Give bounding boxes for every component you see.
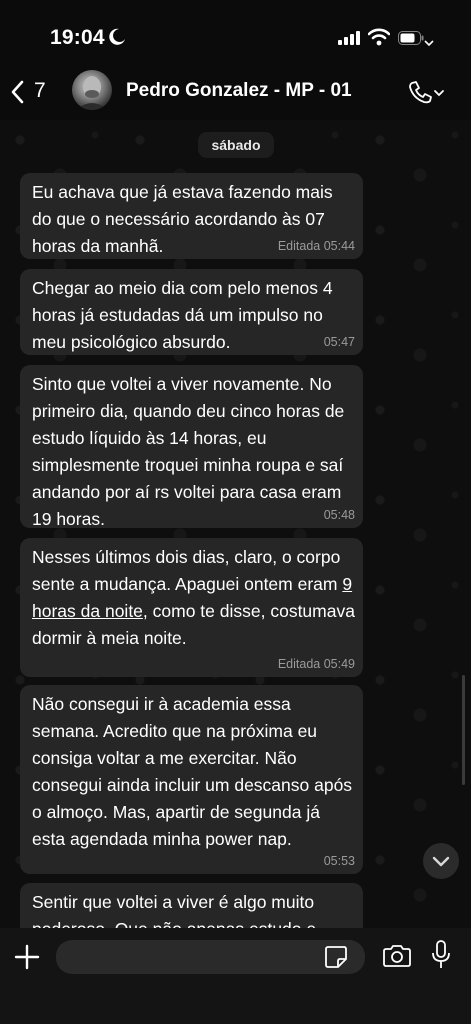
date-label: sábado xyxy=(198,132,274,158)
message-time: Editada 05:44 xyxy=(277,239,355,253)
message-bubble[interactable]: Não consegui ir à academia essa semana. … xyxy=(20,685,363,874)
signal-icon xyxy=(338,31,362,50)
scroll-down-icon[interactable] xyxy=(423,843,459,879)
chat-area[interactable]: sábado Eu achava que já estava fazendo m… xyxy=(0,120,471,928)
avatar[interactable] xyxy=(72,70,112,110)
message-time: 05:53 xyxy=(323,854,355,868)
camera-icon[interactable] xyxy=(382,944,412,973)
sticker-icon[interactable] xyxy=(324,945,348,974)
message-bubble[interactable]: Chegar ao meio dia com pelo menos 4 hora… xyxy=(20,269,363,355)
input-bar xyxy=(0,928,471,1024)
message-input[interactable] xyxy=(56,940,365,974)
message-bubble[interactable]: Eu achava que já estava fazendo mais do … xyxy=(20,173,363,259)
phone-icon[interactable] xyxy=(406,80,446,111)
status-bar: 19:04 xyxy=(0,0,471,72)
moon-icon xyxy=(108,28,126,51)
message-time: 05:47 xyxy=(323,335,355,349)
contact-name[interactable]: Pedro Gonzalez - MP - 01 xyxy=(126,80,352,102)
status-time: 19:04 xyxy=(50,26,105,49)
message-text: Não consegui ir à academia essa semana. … xyxy=(32,694,353,849)
plus-icon[interactable] xyxy=(14,944,40,975)
unread-count[interactable]: 7 xyxy=(34,79,46,103)
wifi-icon xyxy=(367,28,391,51)
message-text: Chegar ao meio dia com pelo menos 4 hora… xyxy=(32,278,333,352)
message-bubble[interactable]: Nesses últimos dois dias, claro, o corpo… xyxy=(20,538,363,677)
message-bubble[interactable]: Sinto que voltei a viver novamente. No p… xyxy=(20,365,363,529)
message-text: Sinto que voltei a viver novamente. No p… xyxy=(32,374,345,529)
chevron-down-icon xyxy=(424,34,434,52)
message-time: Editada 05:49 xyxy=(277,657,355,671)
scrollbar[interactable] xyxy=(462,675,465,785)
message-bubble[interactable]: Sentir que voltei a viver é algo muito p… xyxy=(20,883,363,928)
battery-icon xyxy=(398,31,424,50)
message-time: 05:48 xyxy=(323,508,355,522)
message-text: Nesses últimos dois dias, claro, o corpo… xyxy=(32,544,355,652)
message-text: Sentir que voltei a viver é algo muito p… xyxy=(32,892,316,928)
chat-header: 7 Pedro Gonzalez - MP - 01 xyxy=(0,68,471,120)
message-text-part: Nesses últimos dois dias, claro, o corpo… xyxy=(32,547,343,594)
back-icon[interactable] xyxy=(10,80,24,109)
mic-icon[interactable] xyxy=(431,940,451,975)
